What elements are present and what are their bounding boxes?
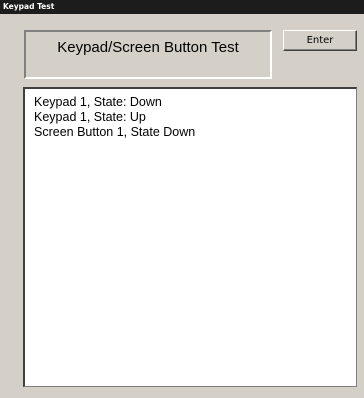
event-log-lines: Keypad 1, State: Down Keypad 1, State: U… — [34, 95, 195, 140]
enter-button[interactable]: Enter — [283, 30, 357, 51]
log-line: Keypad 1, State: Up — [34, 110, 146, 124]
log-line: Keypad 1, State: Down — [34, 95, 162, 109]
header-panel: Keypad/Screen Button Test — [24, 30, 272, 79]
event-log-box[interactable]: Keypad 1, State: Down Keypad 1, State: U… — [23, 87, 357, 387]
window-title: Keypad Test — [3, 2, 55, 11]
log-line: Screen Button 1, State Down — [34, 125, 196, 139]
app-window: Keypad Test Keypad/Screen Button Test En… — [0, 0, 364, 398]
title-bar: Keypad Test — [0, 0, 364, 14]
page-title: Keypad/Screen Button Test — [57, 39, 239, 56]
